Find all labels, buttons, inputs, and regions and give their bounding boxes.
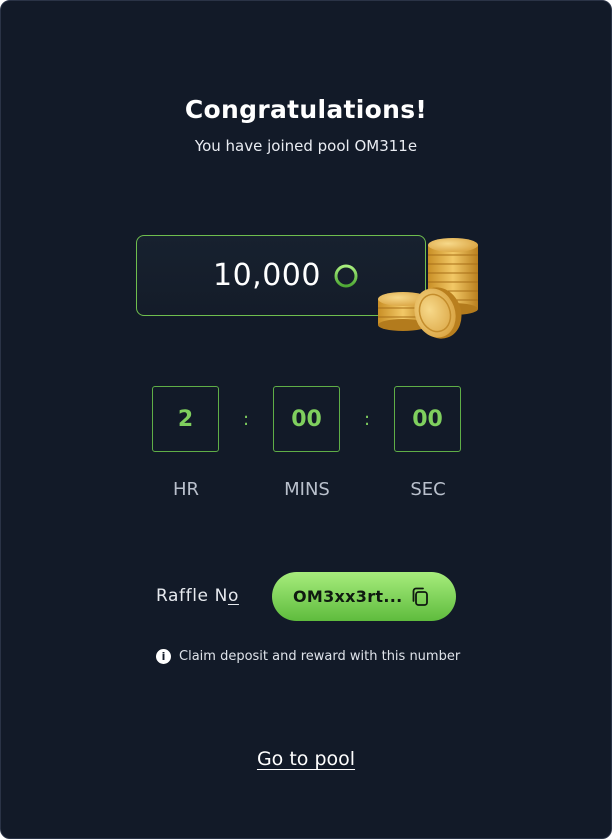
success-card: Congratulations! You have joined pool OM… — [0, 0, 612, 839]
raffle-info-text: Claim deposit and reward with this numbe… — [179, 649, 461, 664]
coin-stack-icon — [378, 238, 478, 339]
countdown-minutes-label: MINS — [284, 479, 330, 500]
raffle-copy-button[interactable]: OM3xx3rt... — [272, 572, 456, 621]
raffle-info-note: i Claim deposit and reward with this num… — [156, 649, 460, 664]
token-ring-icon — [334, 264, 358, 288]
copy-icon[interactable] — [409, 586, 431, 608]
raffle-label-suffix: o — [227, 586, 239, 606]
countdown-separator: : — [364, 409, 371, 430]
info-icon: i — [156, 649, 171, 664]
deposit-amount: 10,000 — [213, 258, 321, 293]
countdown-minutes: 00 — [273, 386, 340, 452]
countdown-hours-label: HR — [172, 479, 200, 500]
raffle-number-label: Raffle No — [156, 586, 239, 606]
countdown-hours: 2 — [152, 386, 219, 452]
raffle-number: OM3xx3rt... — [293, 587, 403, 606]
page-title: Congratulations! — [184, 95, 428, 124]
countdown-seconds-label: SEC — [410, 479, 446, 500]
countdown-seconds: 00 — [394, 386, 461, 452]
go-to-pool-link[interactable]: Go to pool — [1, 748, 611, 770]
countdown-separator: : — [243, 409, 250, 430]
pool-joined-message: You have joined pool OM311e — [194, 137, 418, 155]
raffle-label-text: Raffle N — [156, 586, 228, 606]
